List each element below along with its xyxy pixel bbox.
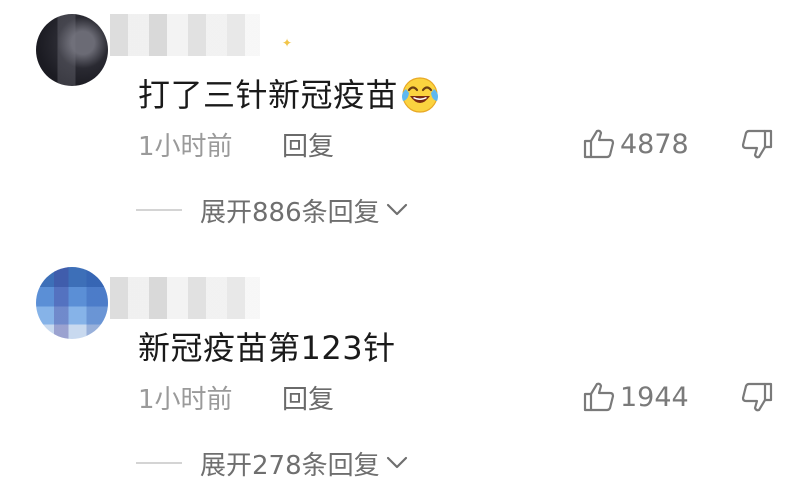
expand-replies-label: 展开278条回复 [200, 450, 380, 481]
divider-line [136, 462, 182, 464]
expand-replies-button[interactable]: 展开278条回复 [136, 445, 408, 481]
comment-time: 1小时前 [138, 385, 233, 415]
comment-text-content: 打了三针新冠疫苗 [138, 76, 399, 114]
thumbs-down-icon [741, 129, 773, 159]
comment-time: 1小时前 [138, 132, 233, 162]
dislike-button[interactable] [740, 128, 774, 164]
expand-replies-button[interactable]: 展开886条回复 [136, 192, 408, 228]
chevron-down-icon [386, 203, 407, 216]
like-button[interactable]: 1944 [582, 379, 689, 415]
like-count: 1944 [620, 381, 689, 413]
username-blurred[interactable] [110, 14, 260, 56]
thumbs-up-icon [583, 382, 615, 412]
comment-text: 新冠疫苗第123针 [138, 329, 396, 367]
username-blurred[interactable] [110, 277, 260, 319]
comment-list: ✦ 打了三针新冠疫苗 1小时前 回复 4878 展开886条回复 新冠疫苗第12… [0, 0, 800, 489]
avatar[interactable] [36, 267, 108, 339]
thumbs-down-icon [741, 382, 773, 412]
divider-line [136, 209, 182, 211]
expand-replies-label: 展开886条回复 [200, 197, 380, 228]
reply-button[interactable]: 回复 [282, 379, 334, 416]
comment-text: 打了三针新冠疫苗 [138, 70, 440, 117]
sparkle-icon: ✦ [282, 36, 293, 50]
comment-item: ✦ 打了三针新冠疫苗 1小时前 回复 4878 展开886条回复 [0, 0, 800, 245]
avatar[interactable] [36, 14, 108, 86]
like-button[interactable]: 4878 [582, 126, 689, 162]
thumbs-up-icon [583, 129, 615, 159]
comment-item: 新冠疫苗第123针 1小时前 回复 1944 展开278条回复 [0, 245, 800, 489]
reply-button[interactable]: 回复 [282, 126, 334, 163]
crying-laughing-emoji-icon [402, 77, 439, 113]
dislike-button[interactable] [740, 381, 774, 417]
chevron-down-icon [386, 456, 407, 469]
like-count: 4878 [620, 128, 689, 160]
